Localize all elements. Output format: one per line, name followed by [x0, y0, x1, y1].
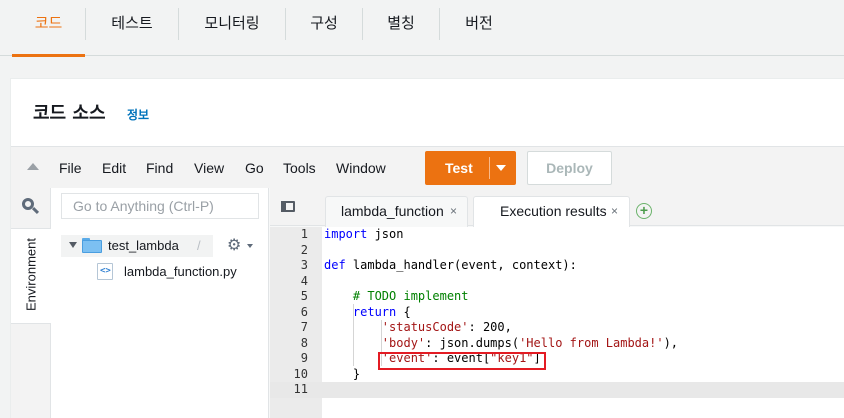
code-line[interactable]: 7 'statusCode': 200, [270, 320, 844, 336]
line-number: 9 [300, 351, 308, 365]
line-number: 4 [300, 273, 308, 288]
code-editor[interactable]: 1 import json 2 3 def lambda_handler(event, … [270, 227, 844, 418]
add-tab-icon[interactable]: + [636, 203, 652, 219]
menu-go[interactable]: Go [245, 160, 264, 176]
line-number: 7 [300, 320, 308, 334]
code-text: 'body': json.dumps('Hello from Lambda!')… [381, 335, 679, 350]
line-number: 6 [300, 304, 308, 319]
environment-label: Environment [23, 238, 39, 311]
close-icon[interactable]: × [611, 204, 618, 218]
code-source-panel: 코드 소스 정보 File Edit Find View Go Tools Wi… [10, 78, 844, 418]
folder-name: test_lambda [108, 238, 179, 253]
deploy-button[interactable]: Deploy [527, 151, 612, 185]
code-line[interactable]: 11 [270, 382, 844, 398]
test-button-separator [489, 157, 490, 179]
line-number: 10 [293, 366, 308, 381]
editor-tab-lambda-function[interactable]: lambda_function × [325, 196, 468, 227]
code-line[interactable]: 5 # TODO implement [270, 289, 844, 305]
editor-tab-execution-results[interactable]: Execution results × [473, 196, 630, 227]
info-link[interactable]: 정보 [127, 106, 149, 123]
tab-aliases[interactable]: 별칭 [363, 0, 439, 56]
go-to-anything-box [61, 193, 259, 219]
tab-code[interactable]: 코드 [12, 0, 85, 57]
gear-dropdown-icon[interactable] [247, 244, 253, 248]
menu-edit[interactable]: Edit [102, 160, 126, 176]
side-strip: Environment [11, 188, 51, 418]
indent-guide [353, 304, 354, 366]
code-line[interactable]: 6 return { [270, 305, 844, 321]
code-text: import json [324, 227, 404, 241]
code-line[interactable]: 4 [270, 274, 844, 290]
line-number: 2 [300, 242, 308, 257]
highlight-annotation [378, 352, 546, 370]
line-number: 11 [293, 382, 308, 396]
line-number: 8 [300, 335, 308, 350]
tab-configuration[interactable]: 구성 [286, 0, 362, 56]
code-line[interactable]: 3 def lambda_handler(event, context): [270, 258, 844, 274]
collapse-icon[interactable] [27, 163, 39, 170]
close-icon[interactable]: × [450, 204, 457, 218]
go-to-anything-input[interactable] [62, 194, 258, 218]
tab-versions[interactable]: 버전 [440, 0, 518, 56]
editor-tab-label: Execution results [500, 203, 607, 219]
editor-tab-bar: lambda_function × Execution results × + [270, 188, 844, 227]
environment-pane: Environment test_lambda / ⚙ <> lambda_fu… [11, 188, 269, 418]
panel-header: 코드 소스 정보 [11, 79, 844, 145]
line-number: 5 [300, 289, 308, 303]
file-icon: <> [97, 263, 113, 280]
gear-icon[interactable]: ⚙ [227, 237, 241, 255]
folder-row[interactable]: test_lambda / [61, 235, 213, 257]
folder-suffix: / [197, 238, 201, 253]
code-text: def lambda_handler(event, context): [324, 258, 577, 272]
tab-monitoring[interactable]: 모니터링 [179, 0, 285, 56]
menu-window[interactable]: Window [336, 160, 386, 176]
file-name: lambda_function.py [124, 264, 237, 279]
code-line[interactable]: 8 'body': json.dumps('Hello from Lambda!… [270, 336, 844, 352]
tab-test[interactable]: 테스트 [86, 0, 178, 56]
editor-tab-label: lambda_function [341, 203, 444, 219]
search-icon[interactable] [22, 198, 40, 215]
menu-bar: File Edit Find View Go Tools Window Test… [11, 146, 844, 188]
file-icon-glyph: <> [100, 266, 111, 276]
test-button-label: Test [445, 160, 473, 176]
folder-icon [82, 238, 102, 253]
menu-file[interactable]: File [59, 160, 82, 176]
code-line[interactable]: 9 'event': event["key1"] [270, 351, 844, 367]
test-dropdown-icon[interactable] [496, 165, 506, 171]
code-line[interactable]: 10 } [270, 367, 844, 383]
test-button[interactable]: Test [425, 151, 516, 185]
line-number: 3 [300, 258, 308, 272]
code-text: } [324, 366, 361, 381]
tabs-menu-icon[interactable] [281, 201, 295, 212]
code-text: return { [352, 304, 411, 319]
menu-tools[interactable]: Tools [283, 160, 316, 176]
menu-view[interactable]: View [194, 160, 224, 176]
ide: File Edit Find View Go Tools Window Test… [11, 146, 844, 418]
code-text: # TODO implement [324, 289, 469, 303]
top-tab-bar: 코드 테스트 모니터링 구성 별칭 버전 [0, 0, 844, 57]
page-title: 코드 소스 [33, 103, 106, 124]
code-line[interactable]: 2 [270, 243, 844, 259]
line-number: 1 [300, 227, 308, 241]
environment-tab[interactable]: Environment [11, 228, 51, 324]
code-line[interactable]: 1 import json [270, 227, 844, 243]
menu-find[interactable]: Find [146, 160, 173, 176]
folder-expand-icon[interactable] [69, 242, 77, 248]
